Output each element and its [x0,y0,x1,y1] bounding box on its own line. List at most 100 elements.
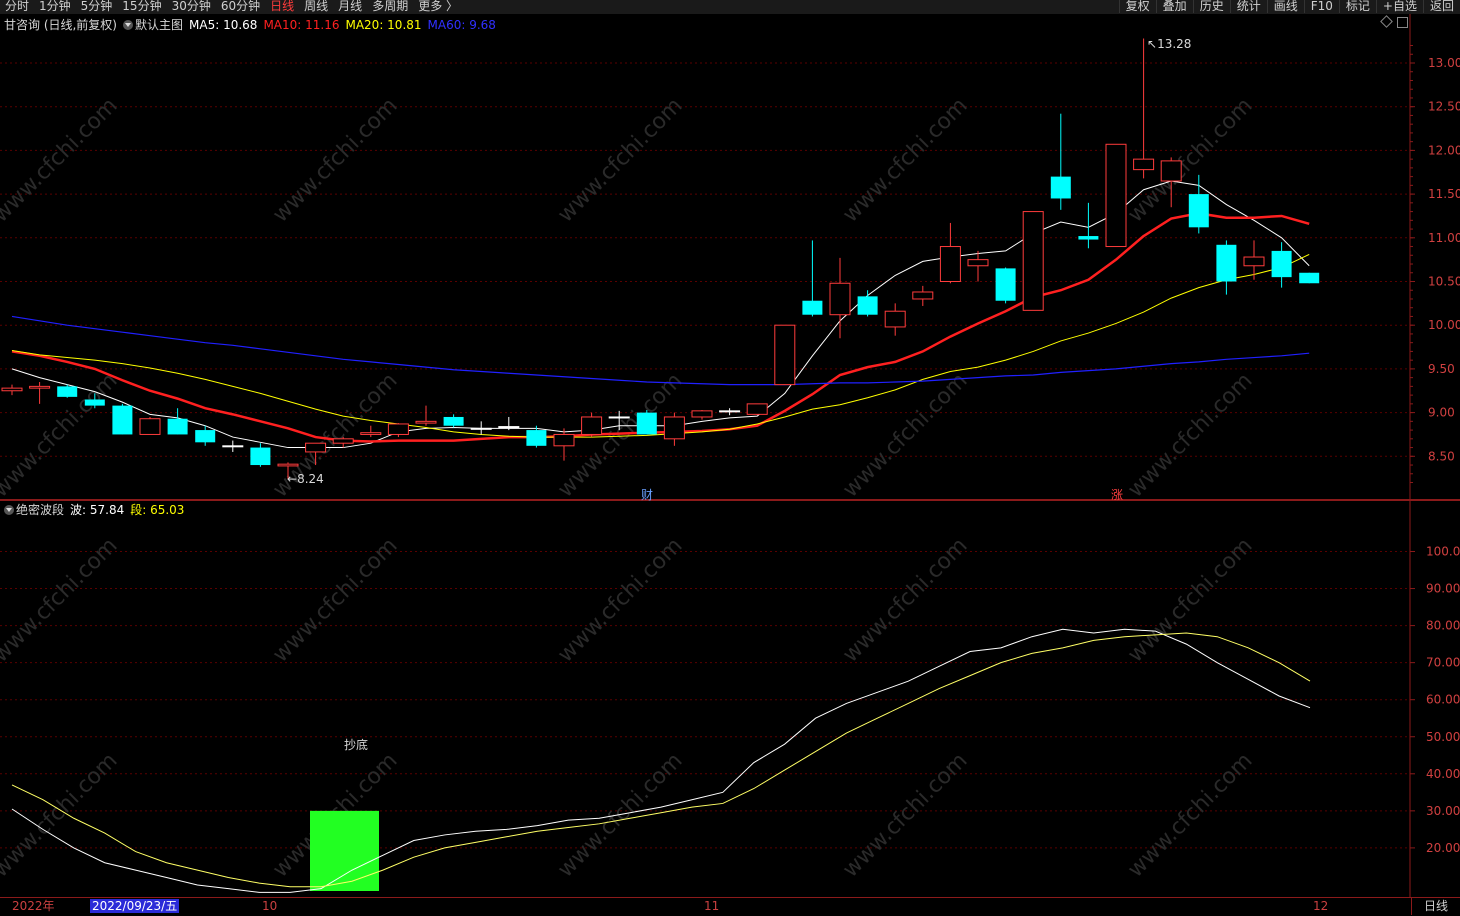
indicator-dropdown-icon[interactable] [4,505,14,515]
period-tab-7[interactable]: 周线 [299,0,333,13]
main-pane-icons [1376,15,1408,28]
candle-body-down [1050,176,1071,199]
signal-label: 抄底 [344,738,369,752]
limit-up-tag[interactable]: 涨 [1111,486,1123,503]
candle-body-up [1133,158,1155,171]
candle-body-up [222,445,244,448]
template-dropdown-icon[interactable] [123,20,133,30]
period-tab-4[interactable]: 30分钟 [167,0,216,13]
candle-body-up [553,433,575,447]
watermark-text: www.cfchi.com [838,368,972,502]
segment-value: 段: 65.03 [130,503,185,517]
period-button[interactable]: 日线 [1411,898,1460,915]
candle-body-up [912,291,934,300]
toolbar-action-7[interactable]: +自选 [1375,0,1423,13]
candle-body-up [387,423,409,435]
candle-body-down [1188,194,1209,228]
ind-axis-label: 80.00 [1426,619,1460,633]
kline-chart[interactable]: 13.00 12.50 12.00 11.50 11.00 10.50 10.00 9.50 9… [0,0,1460,915]
candle-body-up [305,442,327,453]
candle-body-up [332,438,354,444]
price-axis-label: 11.00 [1428,231,1460,245]
price-axis-label: 8.50 [1428,449,1455,463]
watermark-text: www.cfchi.com [0,533,123,667]
watermark-text: www.cfchi.com [553,533,687,667]
signal-bar [310,810,379,891]
period-tab-3[interactable]: 15分钟 [117,0,166,13]
candle-body-up [470,427,492,430]
indicator-name[interactable]: 绝密波段 [16,502,64,518]
toolbar-action-0[interactable]: 复权 [1118,0,1156,13]
candle-body-up [415,420,437,424]
ind-axis-label: 50.00 [1426,730,1460,744]
diamond-icon[interactable] [1380,15,1393,28]
watermark-text: www.cfchi.com [553,93,687,227]
maximize-icon[interactable] [1397,17,1408,28]
finance-tag[interactable]: 财 [641,486,653,503]
candle-body-down [636,412,657,435]
candle-body-up [29,385,51,389]
candle-body-up [774,324,796,386]
candle-body-down [526,430,547,446]
period-tab-0[interactable]: 分时 [0,0,34,13]
ma20-value: MA20: 10.81 [345,18,422,32]
candle-body-up [719,410,741,413]
month-label-10: 10 [262,899,278,913]
candle-body-down [1078,236,1099,240]
period-tab-9[interactable]: 多周期 [367,0,413,13]
template-name[interactable]: 默认主图 [135,17,183,33]
candle-body-up [967,259,989,267]
wave-value: 波: 57.84 [70,503,125,517]
toolbar-action-8[interactable]: 返回 [1422,0,1460,13]
period-tab-2[interactable]: 5分钟 [76,0,118,13]
candle-body-up [1105,143,1127,248]
action-buttons: 复权 叠加 历史 统计 画线 F10 标记 +自选 返回 [1118,0,1460,13]
toolbar-action-3[interactable]: 统计 [1229,0,1267,13]
candle-body-up [663,416,685,440]
candle-body-down [195,430,216,443]
candle-body-up [608,416,630,419]
ind-axis-label: 40.00 [1426,767,1460,781]
toolbar-action-5[interactable]: F10 [1303,0,1339,13]
watermark-text: www.cfchi.com [268,533,402,667]
toolbar-action-2[interactable]: 历史 [1192,0,1230,13]
candle-body-down [1299,272,1320,284]
price-axis-label: 12.00 [1428,143,1460,157]
toolbar-action-4[interactable]: 画线 [1266,0,1304,13]
candle-body-up [829,282,851,316]
stock-name[interactable]: 甘咨询 (日线,前复权) [4,17,117,33]
candle-body-down [995,268,1016,301]
candle-body-down [1216,244,1237,282]
ind-axis-label: 90.00 [1426,582,1460,596]
candle-body-down [443,416,464,426]
toolbar-action-1[interactable]: 叠加 [1155,0,1193,13]
ind-axis-label: 20.00 [1426,841,1460,855]
period-tab-8[interactable]: 月线 [333,0,367,13]
period-tabs: 分时 1分钟 5分钟 15分钟 30分钟 60分钟 日线 周线 月线 多周期 更多 〉 [0,0,463,13]
period-tab-1[interactable]: 1分钟 [34,0,76,13]
watermark-text: www.cfchi.com [0,93,123,227]
top-toolbar: 分时 1分钟 5分钟 15分钟 30分钟 60分钟 日线 周线 月线 多周期 更多 〉 复权 叠加 历史… [0,0,1460,14]
date-axis: 2022年 2022/09/23/五 10 11 12 日线 [0,897,1460,916]
ma-line-ma60 [11,315,1310,386]
candle-body-up [581,416,603,435]
candle-body-down [57,386,78,397]
candle-body-up [360,432,382,435]
price-axis-label: 10.50 [1428,275,1460,289]
candle-body-down [250,447,271,466]
ind-axis-label: 60.00 [1426,693,1460,707]
candle-body-up [884,310,906,328]
period-tab-5[interactable]: 60分钟 [216,0,265,13]
ma5-value: MA5: 10.68 [189,18,258,32]
candle-body-up [746,403,768,415]
price-axis-label: 9.00 [1428,406,1455,420]
price-axis-label: 13.00 [1428,56,1460,70]
toolbar-action-6[interactable]: 标记 [1338,0,1376,13]
watermark-text: www.cfchi.com [1123,748,1257,882]
period-tab-10[interactable]: 更多 〉 [413,0,463,13]
period-tab-6[interactable]: 日线 [265,0,299,13]
watermark-text: www.cfchi.com [553,748,687,882]
price-axis-label: 10.00 [1428,318,1460,332]
watermark-text: www.cfchi.com [838,93,972,227]
low-price-label: ←8.24 [287,472,324,486]
